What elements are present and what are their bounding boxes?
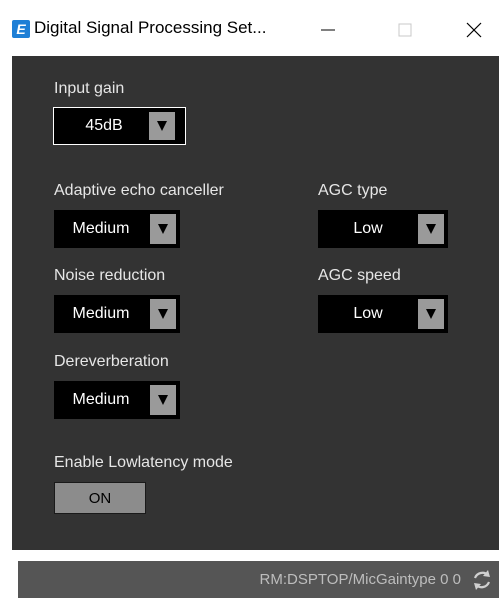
status-bar: RM:DSPTOP/MicGaintype 0 0 bbox=[18, 561, 499, 598]
noise-reduction-dropdown[interactable]: Medium bbox=[54, 295, 180, 333]
aec-value: Medium bbox=[72, 220, 130, 237]
agc-speed-label: AGC speed bbox=[318, 267, 401, 284]
noise-reduction-arrow[interactable] bbox=[150, 299, 176, 329]
input-gain-dropdown[interactable]: 45dB bbox=[53, 107, 186, 145]
aec-label: Adaptive echo canceller bbox=[54, 182, 224, 199]
minimize-icon bbox=[321, 29, 335, 31]
app-logo-icon: E bbox=[12, 20, 30, 38]
dsp-settings-window: E Digital Signal Processing Set... Input… bbox=[0, 0, 499, 598]
dereverberation-dropdown[interactable]: Medium bbox=[54, 381, 180, 419]
close-icon bbox=[466, 22, 482, 38]
dereverberation-label: Dereverberation bbox=[54, 353, 169, 370]
caret-down-icon bbox=[158, 309, 168, 319]
input-gain-arrow[interactable] bbox=[149, 112, 175, 140]
maximize-icon bbox=[398, 23, 412, 37]
settings-panel: Input gain 45dB Adaptive echo canceller … bbox=[12, 56, 499, 550]
agc-speed-dropdown[interactable]: Low bbox=[318, 295, 448, 333]
agc-speed-arrow[interactable] bbox=[418, 299, 444, 329]
lowlatency-toggle-button[interactable]: ON bbox=[54, 482, 146, 514]
refresh-button[interactable] bbox=[471, 569, 493, 591]
caret-down-icon bbox=[426, 224, 436, 234]
agc-speed-value: Low bbox=[353, 305, 383, 322]
minimize-button[interactable] bbox=[305, 12, 351, 48]
input-gain-label: Input gain bbox=[54, 80, 125, 97]
dereverberation-arrow[interactable] bbox=[150, 385, 176, 415]
aec-dropdown[interactable]: Medium bbox=[54, 210, 180, 248]
maximize-button[interactable] bbox=[382, 12, 428, 48]
caret-down-icon bbox=[158, 395, 168, 405]
lowlatency-label: Enable Lowlatency mode bbox=[54, 454, 233, 471]
agc-type-dropdown[interactable]: Low bbox=[318, 210, 448, 248]
input-gain-value: 45dB bbox=[85, 117, 123, 134]
close-button[interactable] bbox=[454, 12, 494, 48]
caret-down-icon bbox=[426, 309, 436, 319]
caret-down-icon bbox=[158, 224, 168, 234]
agc-type-value: Low bbox=[353, 220, 383, 237]
aec-arrow[interactable] bbox=[150, 214, 176, 244]
title-bar[interactable]: E Digital Signal Processing Set... bbox=[0, 0, 499, 55]
agc-type-label: AGC type bbox=[318, 182, 388, 199]
status-text: RM:DSPTOP/MicGaintype 0 0 bbox=[259, 571, 461, 588]
agc-type-arrow[interactable] bbox=[418, 214, 444, 244]
dereverberation-value: Medium bbox=[72, 391, 130, 408]
refresh-icon bbox=[473, 570, 491, 590]
caret-down-icon bbox=[157, 121, 167, 131]
noise-reduction-label: Noise reduction bbox=[54, 267, 166, 284]
window-title: Digital Signal Processing Set... bbox=[34, 18, 267, 37]
noise-reduction-value: Medium bbox=[72, 305, 130, 322]
